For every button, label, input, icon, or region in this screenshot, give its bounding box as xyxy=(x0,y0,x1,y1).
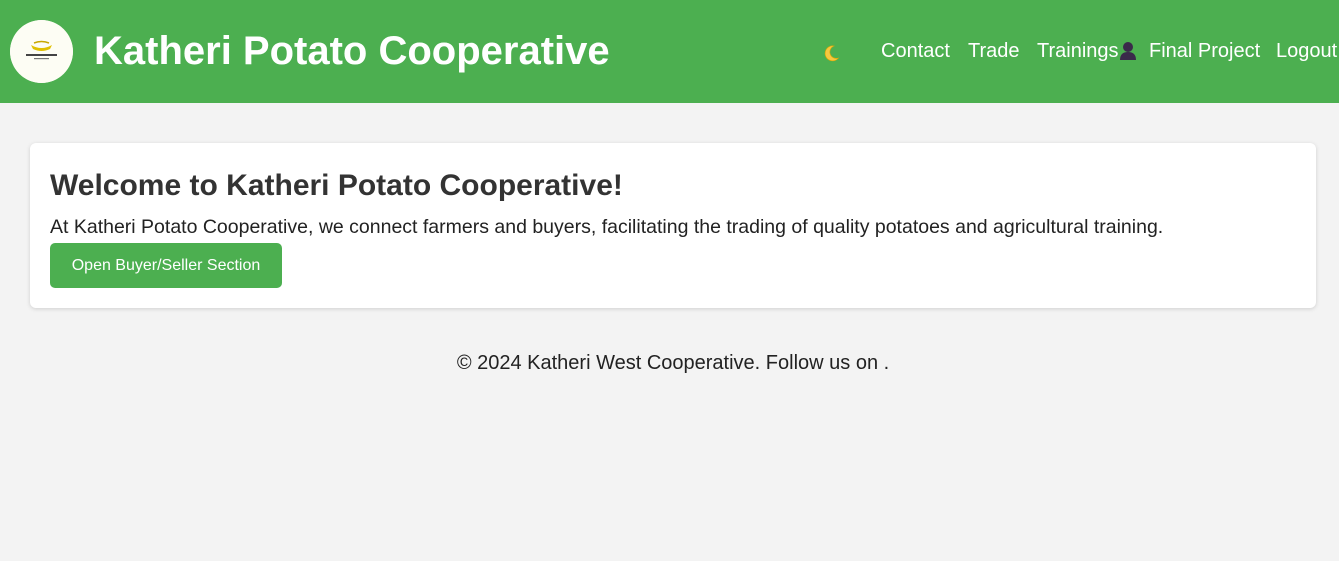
user-icon xyxy=(1119,41,1137,61)
welcome-title: Welcome to Katheri Potato Cooperative! xyxy=(50,169,623,202)
main-nav: Contact Trade Trainings Final Project Lo… xyxy=(0,39,1339,63)
welcome-description: At Katheri Potato Cooperative, we connec… xyxy=(50,216,1164,238)
nav-trainings[interactable]: Trainings xyxy=(1037,39,1119,63)
nav-logout[interactable]: Logout xyxy=(1276,39,1337,63)
site-header: Katheri Potato Cooperative Contact Trade… xyxy=(0,0,1339,103)
nav-contact[interactable]: Contact xyxy=(881,39,950,63)
nav-final-project[interactable]: Final Project xyxy=(1149,39,1260,63)
nav-trade[interactable]: Trade xyxy=(968,39,1020,63)
welcome-card: Welcome to Katheri Potato Cooperative! A… xyxy=(30,143,1316,308)
open-buyer-seller-button[interactable]: Open Buyer/Seller Section xyxy=(50,243,282,288)
footer-text: © 2024 Katheri West Cooperative. Follow … xyxy=(456,352,890,374)
